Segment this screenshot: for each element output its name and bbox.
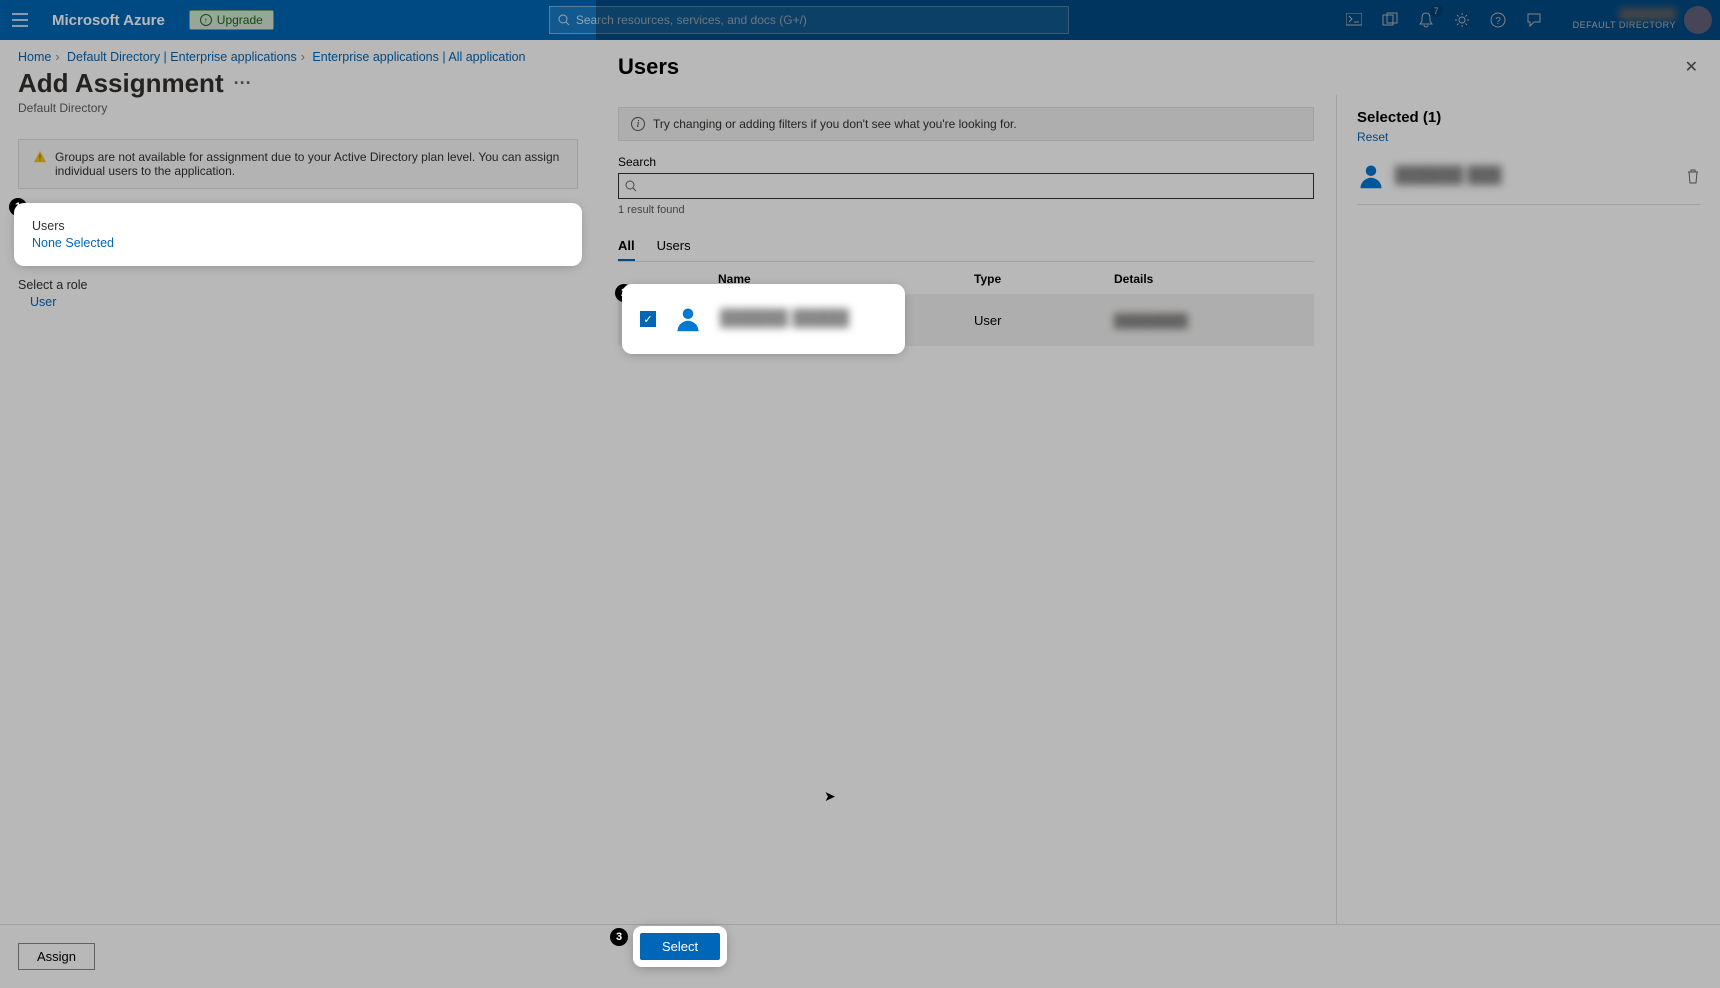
svg-text:!: ! [39,154,41,163]
svg-text:?: ? [1495,16,1501,27]
warning-icon: ! [33,150,47,164]
row-checkbox[interactable]: ✓ [640,311,656,327]
global-search-input[interactable] [576,13,1060,27]
upgrade-icon: ↑ [200,14,212,26]
search-icon [625,180,637,192]
row-name: ██████ █████ [720,310,849,328]
help-icon[interactable]: ? [1489,11,1507,29]
col-name: Name [718,272,974,286]
users-card-value: None Selected [32,236,564,250]
row-details: ████████ [1114,313,1314,328]
crumb-home[interactable]: Home [18,50,51,64]
avatar [1684,6,1712,34]
user-search-input[interactable] [637,179,1307,193]
cloud-shell-icon[interactable] [1345,11,1363,29]
notification-count: 7 [1430,5,1443,17]
account-menu[interactable]: ████████ DEFAULT DIRECTORY [1573,6,1712,34]
tab-users[interactable]: Users [657,232,691,261]
settings-icon[interactable] [1453,11,1471,29]
blade-title: Users [618,54,679,80]
user-icon [674,305,702,333]
tab-all[interactable]: All [618,232,635,261]
info-text: Try changing or adding filters if you do… [653,117,1017,131]
user-icon [1357,162,1385,190]
close-icon[interactable]: ✕ [1685,57,1698,77]
info-icon: i [631,117,645,131]
selected-title: Selected (1) [1357,109,1700,126]
crumb-enterprise-apps[interactable]: Enterprise applications | All applicatio… [312,50,525,64]
search-icon [558,14,570,26]
info-banner: i Try changing or adding filters if you … [618,107,1314,141]
reset-link[interactable]: Reset [1357,130,1700,144]
result-count: 1 result found [618,204,1314,216]
upgrade-button[interactable]: ↑ Upgrade [189,10,274,30]
directories-icon[interactable] [1381,11,1399,29]
selected-user-name: ██████ ███ [1395,167,1501,185]
user-search[interactable] [618,173,1314,199]
role-card-value: User [18,295,566,309]
feedback-icon[interactable] [1525,11,1543,29]
step-3-badge: 3 [610,928,628,946]
role-selector-card[interactable]: Select a role User [18,268,578,319]
page-title: Add Assignment··· [18,68,578,99]
assign-button[interactable]: Assign [18,943,95,970]
page-subtitle: Default Directory [18,101,578,115]
result-tabs: All Users [618,232,1314,262]
account-name: ████████ [1573,9,1676,20]
warning-text: Groups are not available for assignment … [55,150,563,178]
col-details: Details [1114,272,1314,286]
selected-user: ██████ ███ [1357,158,1700,205]
warning-banner: ! Groups are not available for assignmen… [18,139,578,189]
notifications-icon[interactable]: 7 [1417,11,1435,29]
remove-icon[interactable] [1686,168,1700,184]
select-highlight: Select [636,929,724,964]
role-card-label: Select a role [18,278,566,292]
select-button[interactable]: Select [640,933,720,960]
global-search[interactable] [549,6,1069,34]
brand-label: Microsoft Azure [52,12,165,29]
users-blade: Users ✕ i Try changing or adding filters… [596,40,1720,988]
breadcrumb: Home› Default Directory | Enterprise app… [0,40,596,64]
users-card-label: Users [32,219,564,233]
col-type: Type [974,272,1114,286]
row-highlight: ✓ ██████ █████ [626,288,901,350]
page-body: Home› Default Directory | Enterprise app… [0,40,596,988]
selected-pane: Selected (1) Reset ██████ ███ [1336,95,1720,924]
account-directory: DEFAULT DIRECTORY [1573,20,1676,31]
topbar-actions: 7 ? [1345,11,1543,29]
row-type: User [974,313,1114,328]
menu-icon[interactable] [8,8,32,32]
crumb-default-directory[interactable]: Default Directory | Enterprise applicati… [67,50,297,64]
search-label: Search [618,155,1314,169]
more-icon[interactable]: ··· [234,73,252,94]
users-selector-card[interactable]: Users None Selected [18,207,578,262]
upgrade-label: Upgrade [217,13,263,27]
azure-topbar: Microsoft Azure ↑ Upgrade 7 ? ████████ D… [0,0,1720,40]
